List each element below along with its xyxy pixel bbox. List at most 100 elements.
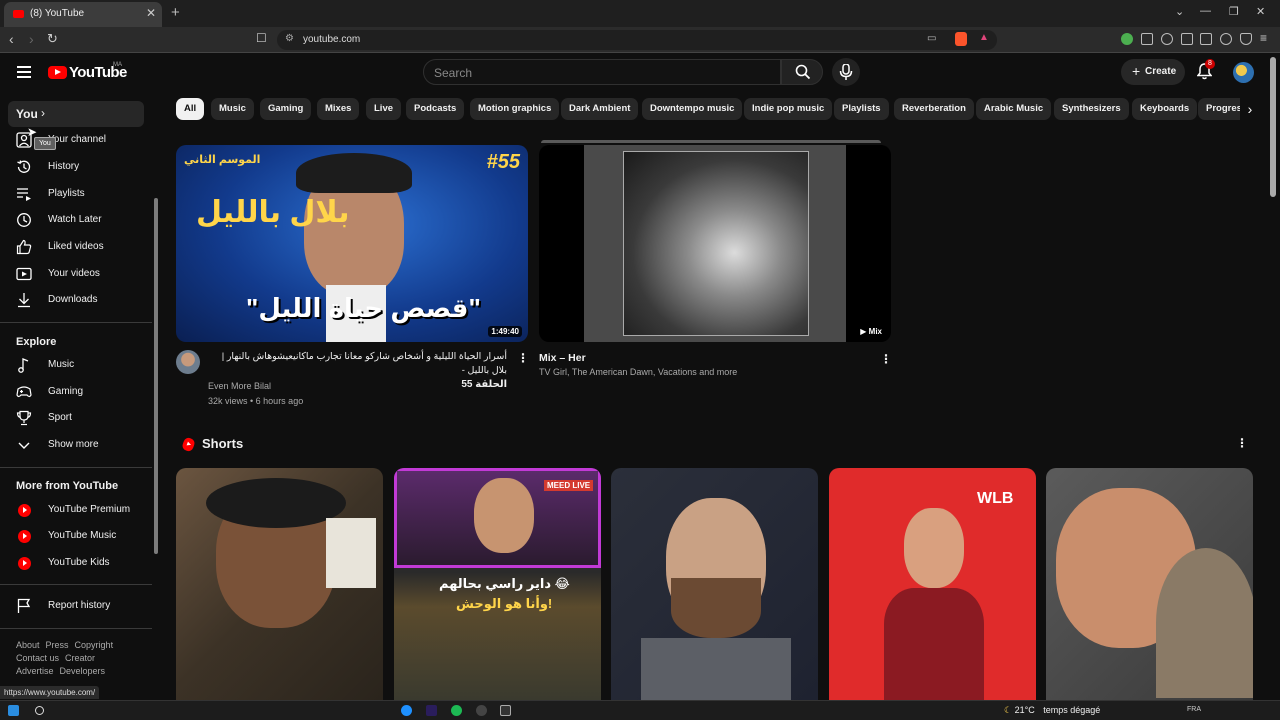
video-channel-name[interactable]: Even More Bilal — [208, 379, 271, 394]
video-more-options-icon[interactable]: ⋮ — [880, 352, 892, 366]
weather-widget[interactable]: ☾ 21°C temps dégagé — [1004, 705, 1100, 716]
obs-icon[interactable] — [476, 705, 487, 716]
menu-icon[interactable]: ≡ — [1260, 31, 1267, 45]
brave-rewards-icon[interactable]: ▲ — [979, 32, 989, 43]
search-input[interactable] — [434, 66, 764, 80]
search-box[interactable] — [423, 59, 781, 85]
chip-indie-pop-music[interactable]: Indie pop music — [744, 98, 833, 120]
language-indicator[interactable]: FRA — [1187, 706, 1201, 713]
cast-icon[interactable]: ▭ — [927, 33, 936, 44]
forward-icon[interactable]: › — [29, 31, 34, 47]
sidebar-item-music[interactable]: Music — [8, 352, 144, 378]
chip-mixes[interactable]: Mixes — [317, 98, 360, 120]
footer-link-advertise[interactable]: Advertise — [16, 666, 54, 676]
search-button[interactable] — [781, 59, 823, 85]
reload-icon[interactable]: ↻ — [47, 31, 58, 47]
extension-icon[interactable] — [1121, 33, 1133, 45]
sidebar-item-youtube-kids[interactable]: YouTube Kids — [8, 550, 144, 576]
chip-dark-ambient[interactable]: Dark Ambient — [561, 98, 639, 120]
chip-arabic-music[interactable]: Arabic Music — [976, 98, 1052, 120]
mix-thumbnail[interactable]: ▶︎ Mix — [539, 145, 891, 342]
brave-shield-icon[interactable] — [955, 32, 967, 46]
restore-icon[interactable]: ❐ — [1229, 5, 1239, 18]
sidebar-item-youtube-music[interactable]: YouTube Music — [8, 523, 144, 549]
short-thumbnail[interactable] — [611, 468, 818, 700]
bookmark-icon[interactable]: ☐ — [256, 31, 267, 45]
sidebar-item-report-history[interactable]: Report history — [8, 593, 144, 619]
video-thumbnail[interactable]: الموسم الثاني #55 بلال بالليل "قصص حياة … — [176, 145, 528, 342]
short-thumbnail[interactable] — [1046, 468, 1253, 700]
short-thumbnail[interactable] — [176, 468, 383, 700]
chip-gaming[interactable]: Gaming — [260, 98, 312, 120]
footer-link-press[interactable]: Press — [46, 640, 69, 650]
back-icon[interactable]: ‹ — [9, 31, 14, 47]
download-icon — [18, 293, 30, 308]
taskbar-search-icon[interactable] — [35, 706, 44, 715]
sidebar-you-header[interactable]: You › — [8, 101, 144, 127]
sidebar-item-liked-videos[interactable]: Liked videos — [8, 234, 144, 260]
chips-next-arrow-icon[interactable]: › — [1240, 98, 1260, 120]
sidebar-item-show-more[interactable]: Show more — [8, 432, 144, 458]
chip-podcasts[interactable]: Podcasts — [406, 98, 465, 120]
chip-reverberation[interactable]: Reverberation — [894, 98, 974, 120]
close-window-icon[interactable]: ✕ — [1256, 5, 1265, 18]
sidebar-item-your-videos[interactable]: Your videos — [8, 261, 144, 287]
chip-synthesizers[interactable]: Synthesizers — [1054, 98, 1129, 120]
sidebar-item-watch-later[interactable]: Watch Later — [8, 207, 144, 233]
site-info-icon[interactable]: ⚙ — [285, 33, 294, 44]
sidebar-icon[interactable] — [1181, 33, 1193, 45]
video-meta: 32k views • 6 hours ago — [208, 396, 304, 406]
edge-browser-icon[interactable] — [401, 705, 412, 716]
video-title[interactable]: Mix – Her — [539, 351, 586, 365]
video-more-options-icon[interactable]: ⋮ — [517, 351, 529, 365]
chip-downtempo-music[interactable]: Downtempo music — [642, 98, 743, 120]
youtube-logo-icon[interactable] — [48, 66, 67, 79]
tab-search-icon[interactable]: ⌄ — [1175, 5, 1184, 18]
premiere-pro-icon[interactable] — [426, 705, 437, 716]
address-bar[interactable]: ⚙ youtube.com ▭ ▲ — [277, 30, 997, 50]
vpn-shield-icon[interactable] — [1240, 33, 1252, 45]
account-avatar[interactable] — [1233, 62, 1254, 83]
sidebar-item-playlists[interactable]: Playlists — [8, 181, 144, 207]
sidebar-item-label: Report history — [48, 600, 111, 611]
sidebar-item-history[interactable]: History — [8, 154, 144, 180]
page-scrollbar[interactable] — [1270, 57, 1276, 197]
browser-tab[interactable]: (8) YouTube ✕ — [4, 2, 162, 27]
leo-ai-icon[interactable] — [1220, 33, 1232, 45]
chip-motion-graphics[interactable]: Motion graphics — [470, 98, 560, 120]
chip-playlists[interactable]: Playlists — [834, 98, 889, 120]
windows-start-icon[interactable] — [8, 705, 19, 716]
close-tab-icon[interactable]: ✕ — [146, 6, 156, 20]
history-icon — [17, 160, 31, 173]
chip-music[interactable]: Music — [211, 98, 254, 120]
short-thumbnail[interactable]: WLB — [829, 468, 1036, 700]
chip-all[interactable]: All — [176, 98, 205, 120]
new-tab-button[interactable]: + — [171, 4, 180, 21]
short-person — [904, 508, 964, 588]
minimize-icon[interactable]: — — [1200, 5, 1211, 17]
media-icon[interactable] — [1161, 33, 1173, 45]
wallet-icon[interactable] — [1200, 33, 1212, 45]
footer-link-creator[interactable]: Creator — [65, 653, 95, 663]
chip-live[interactable]: Live — [366, 98, 402, 120]
spotify-icon[interactable] — [451, 705, 462, 716]
short-thumbnail[interactable]: MEED LIVE داير راسي بحالهم 😂 وأنا هو الو… — [394, 468, 601, 700]
sidebar-item-gaming[interactable]: Gaming — [8, 379, 144, 405]
app-icon[interactable] — [500, 705, 511, 716]
sidebar-item-sport[interactable]: Sport — [8, 405, 144, 431]
chip-keyboards[interactable]: Keyboards — [1132, 98, 1198, 120]
extensions-puzzle-icon[interactable] — [1141, 33, 1153, 45]
voice-search-button[interactable] — [832, 58, 860, 86]
channel-avatar[interactable] — [176, 350, 200, 374]
shorts-more-options-icon[interactable]: ⋮ — [1236, 436, 1248, 450]
sidebar-scrollbar[interactable] — [154, 198, 158, 554]
footer-link-about[interactable]: About — [16, 640, 40, 650]
notifications-button[interactable]: 8 — [1196, 59, 1215, 85]
footer-link-copyright[interactable]: Copyright — [75, 640, 114, 650]
create-button[interactable]: + Create — [1121, 59, 1185, 85]
footer-link-contact[interactable]: Contact us — [16, 653, 59, 663]
sidebar-item-downloads[interactable]: Downloads — [8, 287, 144, 313]
sidebar-item-youtube-premium[interactable]: YouTube Premium — [8, 497, 144, 523]
hamburger-menu-icon[interactable] — [17, 66, 31, 78]
footer-link-developers[interactable]: Developers — [60, 666, 106, 676]
